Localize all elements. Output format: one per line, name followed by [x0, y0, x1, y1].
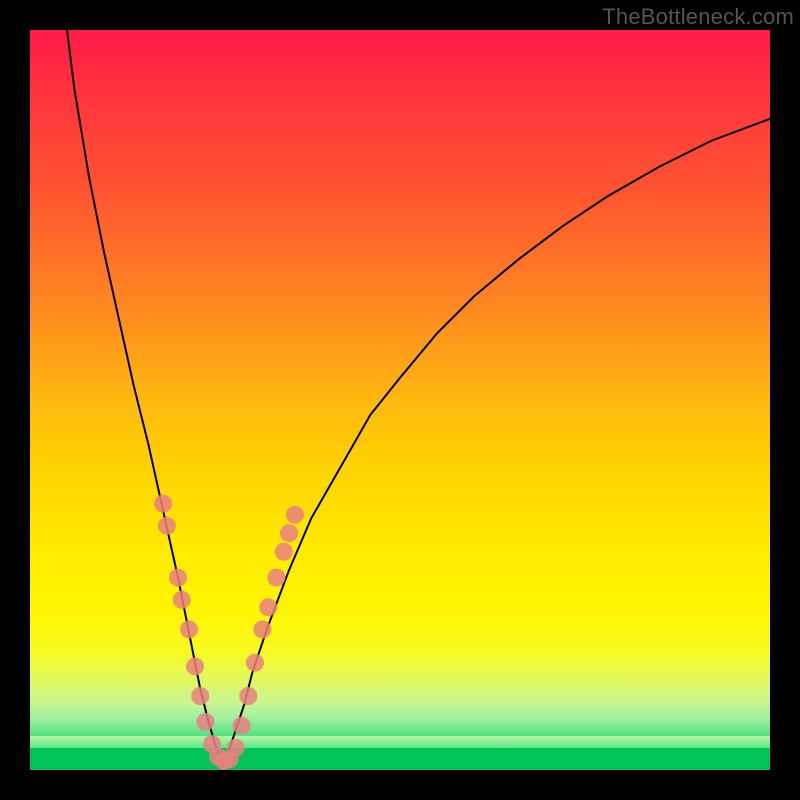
data-dot	[275, 543, 293, 561]
left-curve	[67, 30, 222, 763]
plot-area	[30, 30, 770, 770]
right-curve	[222, 119, 770, 763]
data-dot	[227, 739, 245, 757]
data-dot	[267, 569, 285, 587]
data-dot	[154, 495, 172, 513]
data-dot	[173, 591, 191, 609]
scatter-dots	[154, 495, 304, 770]
data-dot	[259, 598, 277, 616]
data-dot	[186, 657, 204, 675]
data-dot	[246, 654, 264, 672]
data-dot	[253, 620, 271, 638]
data-dot	[239, 687, 257, 705]
data-dot	[196, 713, 214, 731]
chart-frame: TheBottleneck.com	[0, 0, 800, 800]
data-dot	[286, 506, 304, 524]
data-dot	[233, 717, 251, 735]
chart-svg	[30, 30, 770, 770]
data-dot	[169, 569, 187, 587]
data-dot	[158, 517, 176, 535]
data-dot	[191, 687, 209, 705]
data-dot	[280, 524, 298, 542]
data-dot	[180, 620, 198, 638]
watermark-text: TheBottleneck.com	[602, 4, 794, 30]
